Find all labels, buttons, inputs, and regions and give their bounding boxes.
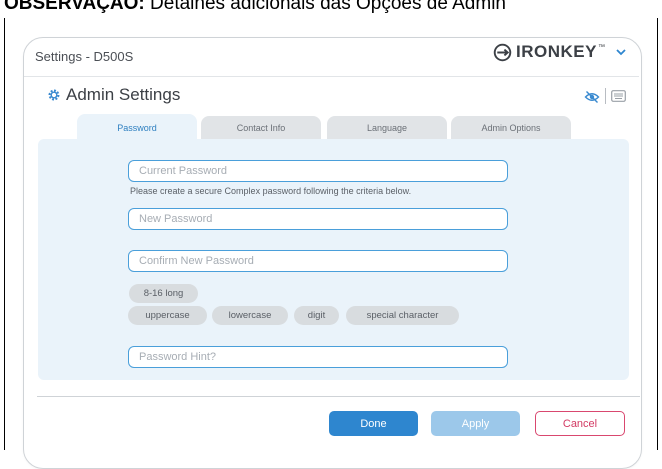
section-title: Admin Settings xyxy=(66,85,181,104)
cancel-button[interactable]: Cancel xyxy=(535,411,625,436)
document-frame-left xyxy=(4,18,5,450)
caption-bold: OBSERVAÇÃO: xyxy=(4,0,145,14)
brand-trademark: ™ xyxy=(597,43,606,51)
brand-menu[interactable]: IRONKEY ™ xyxy=(493,42,627,62)
confirm-password-field[interactable] xyxy=(128,250,508,272)
ironkey-logo-icon xyxy=(493,43,512,61)
gear-icon xyxy=(48,89,60,101)
apply-button[interactable]: Apply xyxy=(431,411,520,436)
password-hint-field[interactable] xyxy=(128,346,508,368)
tab-contact-info[interactable]: Contact Info xyxy=(201,116,321,140)
caption-text: Detalhes adicionais das Opções de Admin xyxy=(144,0,506,14)
criteria-lowercase-chip: lowercase xyxy=(212,306,288,325)
brand-name: IRONKEY xyxy=(516,42,597,61)
window-title: Settings - D500S xyxy=(35,49,134,64)
keyboard-icon[interactable] xyxy=(611,90,626,102)
password-criteria-hint: Please create a secure Complex password … xyxy=(130,186,412,196)
criteria-digit-chip: digit xyxy=(294,306,339,325)
title-divider xyxy=(24,76,639,77)
document-frame-right xyxy=(657,18,658,450)
document-caption: OBSERVAÇÃO: Detalhes adicionais das Opçõ… xyxy=(4,0,506,15)
toolbar-separator xyxy=(605,88,606,104)
tab-admin-options[interactable]: Admin Options xyxy=(451,116,571,140)
done-button[interactable]: Done xyxy=(329,411,418,436)
chevron-down-icon[interactable] xyxy=(615,46,627,58)
criteria-uppercase-chip: uppercase xyxy=(128,306,207,325)
criteria-length-chip: 8-16 long xyxy=(129,284,198,303)
new-password-field[interactable] xyxy=(128,208,508,230)
footer-divider xyxy=(37,396,640,397)
current-password-field[interactable] xyxy=(128,160,508,182)
tab-password[interactable]: Password xyxy=(77,114,197,142)
tab-language[interactable]: Language xyxy=(327,116,447,140)
hide-password-icon[interactable] xyxy=(584,90,600,104)
criteria-special-character-chip: special character xyxy=(346,306,459,325)
